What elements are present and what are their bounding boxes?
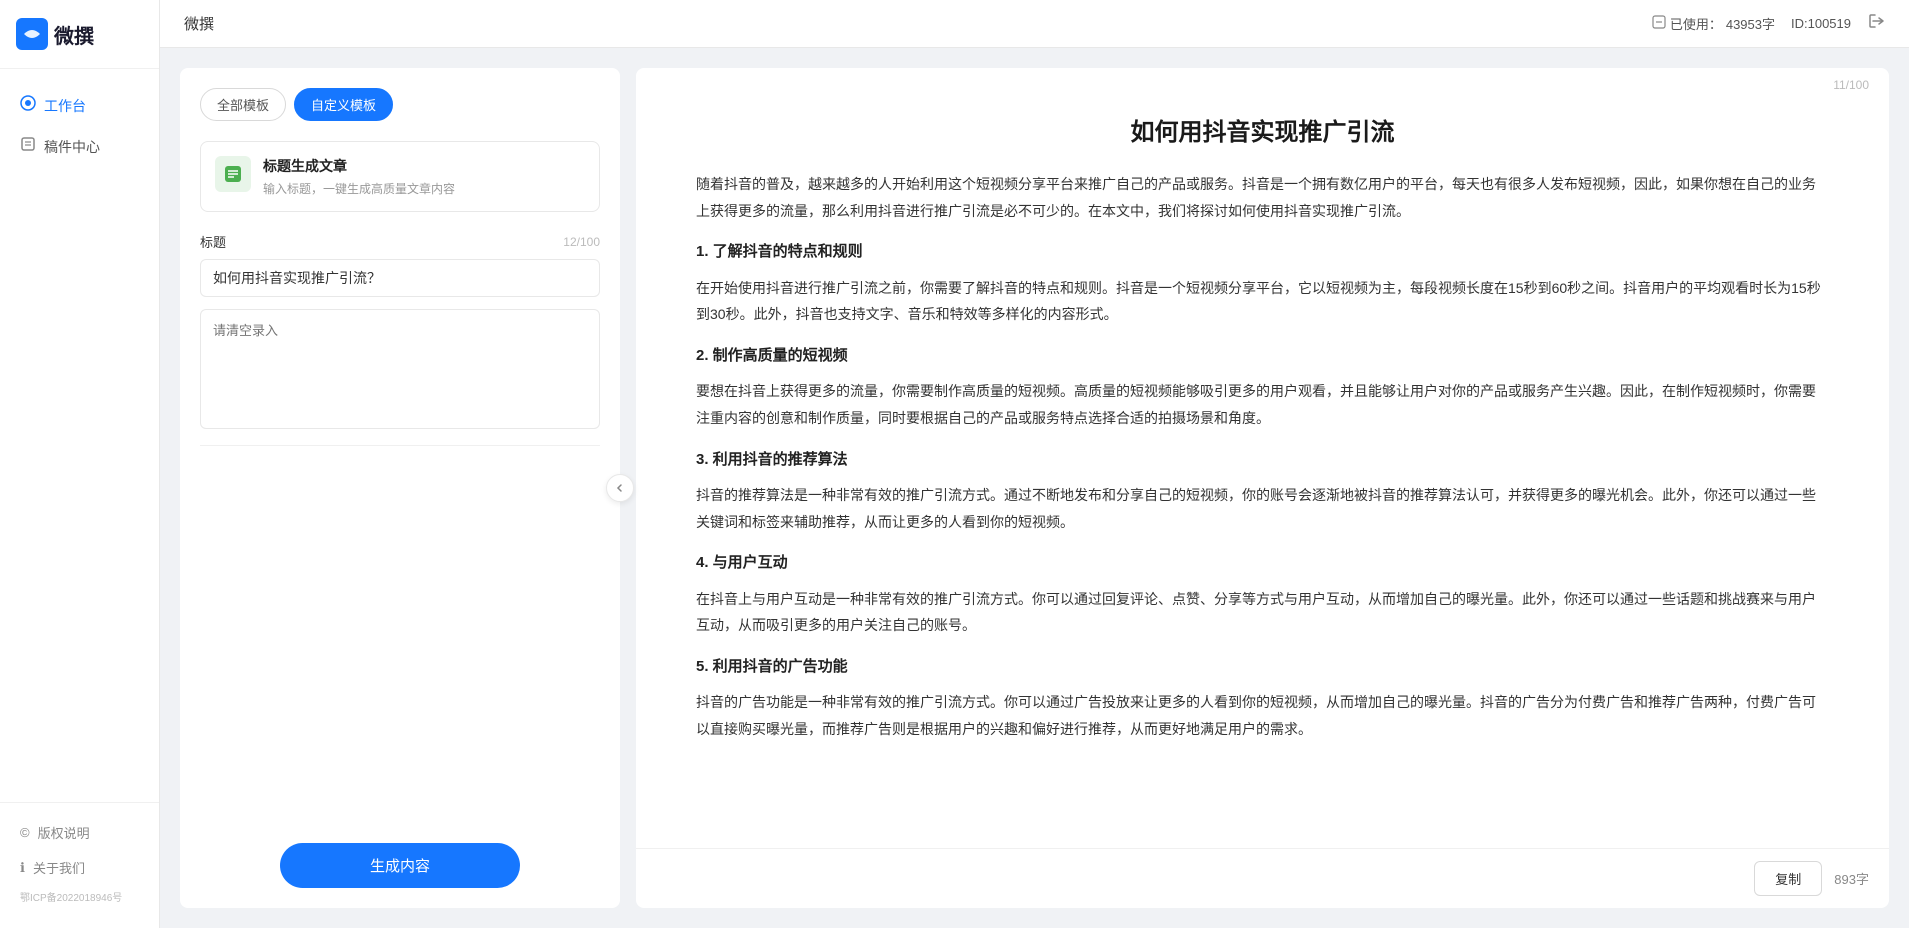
template-desc: 输入标题，一键生成高质量文章内容	[263, 180, 585, 197]
title-label-text: 标题	[200, 232, 226, 251]
footer-about[interactable]: ℹ 关于我们	[0, 850, 159, 885]
word-count: 893字	[1834, 869, 1869, 888]
article-title: 如何用抖音实现推广引流	[696, 112, 1829, 147]
workbench-icon	[20, 95, 36, 116]
section-heading: 4. 与用户互动	[696, 549, 1829, 578]
drafts-icon	[20, 136, 36, 157]
sidebar: 微撰 工作台 稿件中心 © 版权说明	[0, 0, 160, 928]
header-usage: 已使用： 43953字	[1652, 14, 1775, 33]
section-paragraph: 抖音的广告功能是一种非常有效的推广引流方式。你可以通过广告投放来让更多的人看到你…	[696, 689, 1829, 742]
collapse-toggle[interactable]	[606, 474, 634, 502]
form-divider	[200, 445, 600, 446]
section-heading: 1. 了解抖音的特点和规则	[696, 238, 1829, 267]
usage-icon	[1652, 15, 1666, 32]
header-id: ID:100519	[1791, 16, 1851, 31]
article-body: 随着抖音的普及，越来越多的人开始利用这个短视频分享平台来推广自己的产品或服务。抖…	[696, 171, 1829, 743]
content-textarea[interactable]	[200, 309, 600, 429]
header-right: 已使用： 43953字 ID:100519	[1652, 12, 1885, 35]
about-icon: ℹ	[20, 860, 25, 876]
content-area: 全部模板 自定义模板 标题生成文章 输入标题，一键生成高质量文章内容	[160, 48, 1909, 928]
about-label: 关于我们	[33, 858, 85, 877]
template-name: 标题生成文章	[263, 156, 585, 176]
title-char-count: 12/100	[563, 235, 600, 249]
section-paragraph: 在抖音上与用户互动是一种非常有效的推广引流方式。你可以通过回复评论、点赞、分享等…	[696, 586, 1829, 639]
sidebar-footer: © 版权说明 ℹ 关于我们 鄂ICP备2022018946号	[0, 802, 159, 928]
article-footer: 复制 893字	[636, 848, 1889, 908]
copyright-icon: ©	[20, 825, 30, 840]
tab-bar: 全部模板 自定义模板	[200, 88, 600, 121]
sidebar-nav: 工作台 稿件中心	[0, 69, 159, 802]
section-heading: 3. 利用抖音的推荐算法	[696, 446, 1829, 475]
sidebar-item-workbench[interactable]: 工作台	[0, 85, 159, 126]
sidebar-item-drafts[interactable]: 稿件中心	[0, 126, 159, 167]
main: 微撰 已使用： 43953字 ID:100519	[160, 0, 1909, 928]
section-heading: 2. 制作高质量的短视频	[696, 342, 1829, 371]
left-panel: 全部模板 自定义模板 标题生成文章 输入标题，一键生成高质量文章内容	[180, 68, 620, 908]
logo-text: 微撰	[54, 20, 94, 49]
section-paragraph: 随着抖音的普及，越来越多的人开始利用这个短视频分享平台来推广自己的产品或服务。抖…	[696, 171, 1829, 224]
generate-button[interactable]: 生成内容	[280, 843, 520, 888]
usage-value: 43953字	[1726, 14, 1775, 33]
header-title: 微撰	[184, 13, 214, 34]
title-form-label: 标题 12/100	[200, 232, 600, 251]
template-info: 标题生成文章 输入标题，一键生成高质量文章内容	[263, 156, 585, 197]
icp-text: 鄂ICP备2022018946号	[0, 885, 159, 908]
logo-area: 微撰	[0, 0, 159, 69]
right-panel: 11/100 如何用抖音实现推广引流 随着抖音的普及，越来越多的人开始利用这个短…	[636, 68, 1889, 908]
article-content[interactable]: 如何用抖音实现推广引流 随着抖音的普及，越来越多的人开始利用这个短视频分享平台来…	[636, 92, 1889, 848]
copy-button[interactable]: 复制	[1754, 861, 1822, 896]
section-paragraph: 抖音的推荐算法是一种非常有效的推广引流方式。通过不断地发布和分享自己的短视频，你…	[696, 482, 1829, 535]
header: 微撰 已使用： 43953字 ID:100519	[160, 0, 1909, 48]
tab-custom[interactable]: 自定义模板	[294, 88, 393, 121]
workbench-label: 工作台	[44, 96, 86, 116]
article-header: 11/100	[636, 68, 1889, 92]
section-paragraph: 在开始使用抖音进行推广引流之前，你需要了解抖音的特点和规则。抖音是一个短视频分享…	[696, 275, 1829, 328]
tab-all[interactable]: 全部模板	[200, 88, 286, 121]
logo-icon	[16, 18, 48, 50]
logout-button[interactable]	[1867, 12, 1885, 35]
template-card[interactable]: 标题生成文章 输入标题，一键生成高质量文章内容	[200, 141, 600, 212]
template-card-icon	[215, 156, 251, 192]
copyright-label: 版权说明	[38, 823, 90, 842]
usage-label: 已使用：	[1670, 14, 1722, 33]
footer-copyright[interactable]: © 版权说明	[0, 815, 159, 850]
section-paragraph: 要想在抖音上获得更多的流量，你需要制作高质量的短视频。高质量的短视频能够吸引更多…	[696, 378, 1829, 431]
drafts-label: 稿件中心	[44, 137, 100, 157]
page-count: 11/100	[1833, 78, 1869, 92]
title-input[interactable]	[200, 259, 600, 297]
section-heading: 5. 利用抖音的广告功能	[696, 653, 1829, 682]
